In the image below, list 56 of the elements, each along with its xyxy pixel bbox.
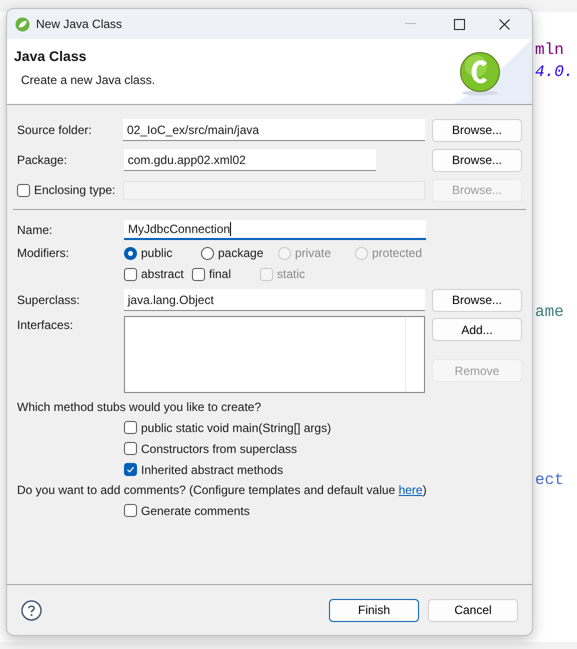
window-title: New Java Class (36, 16, 122, 33)
field-label: Interfaces: (17, 317, 74, 334)
input-field[interactable]: java.lang.Object (124, 289, 425, 311)
radio-label: protected (372, 245, 422, 262)
close-icon[interactable] (499, 18, 510, 30)
header-title: Java Class (14, 47, 88, 66)
checkbox-label: Constructors from superclass (141, 440, 298, 458)
maximize-icon[interactable] (454, 18, 465, 30)
check-icon (126, 465, 135, 474)
checkbox[interactable] (124, 463, 137, 476)
code-text: 4.0. (535, 62, 574, 83)
checkbox[interactable] (124, 268, 137, 280)
checkbox[interactable] (124, 421, 137, 434)
radio-label: public (141, 245, 172, 262)
cancel-button[interactable]: Cancel (428, 598, 518, 622)
interfaces-list[interactable] (124, 316, 425, 393)
browse-button[interactable]: Browse... (432, 118, 522, 142)
input-field[interactable]: com.gdu.app02.xml02 (124, 149, 376, 171)
checkbox-label: Inherited abstract methods (141, 462, 284, 478)
field-label: Name: (17, 222, 54, 239)
field-label: Package: (17, 152, 68, 169)
radio-button[interactable] (201, 246, 214, 260)
class-c-logo-icon (459, 52, 501, 96)
stubs-question: Which method stubs would you like to create? (17, 399, 262, 416)
text-cursor (230, 222, 232, 236)
help-icon[interactable] (21, 600, 42, 620)
checkbox[interactable] (124, 504, 137, 517)
add-button[interactable]: Add... (432, 318, 522, 341)
code-text: mln (535, 40, 564, 61)
checkbox-label: final (209, 266, 232, 283)
finish-button[interactable]: Finish (329, 598, 419, 622)
field-label: Enclosing type: (34, 182, 116, 199)
leaf-logo-icon (15, 16, 30, 32)
radio-button[interactable] (124, 246, 137, 260)
checkbox-label: Generate comments (141, 502, 250, 520)
checkbox[interactable] (192, 268, 205, 280)
field-label: Superclass: (17, 292, 81, 309)
input-field[interactable]: 02_IoC_ex/src/main/java (123, 119, 425, 141)
field-label: Modifiers: (17, 245, 70, 262)
here-link[interactable]: here (398, 483, 423, 497)
checkbox[interactable] (17, 184, 30, 196)
name-input-field[interactable]: MyJdbcConnection (124, 220, 426, 240)
input-value: MyJdbcConnection (128, 221, 230, 238)
checkbox-label: static (277, 266, 306, 283)
code-text: ame (535, 302, 564, 323)
checkbox[interactable] (124, 442, 137, 455)
checkbox-label: abstract (141, 266, 184, 283)
browse-button[interactable]: Browse... (432, 288, 522, 312)
checkbox-label: public static void main(String[] args) (141, 420, 332, 436)
header-description: Create a new Java class. (21, 72, 156, 89)
radio-label: package (218, 245, 264, 262)
browse-button[interactable]: Browse... (432, 148, 522, 172)
comments-question: Do you want to add comments? (Configure templates and default value here) (17, 482, 428, 499)
code-text: ect (535, 470, 564, 491)
field-label: Source folder: (17, 122, 92, 139)
radio-label: private (295, 245, 332, 262)
